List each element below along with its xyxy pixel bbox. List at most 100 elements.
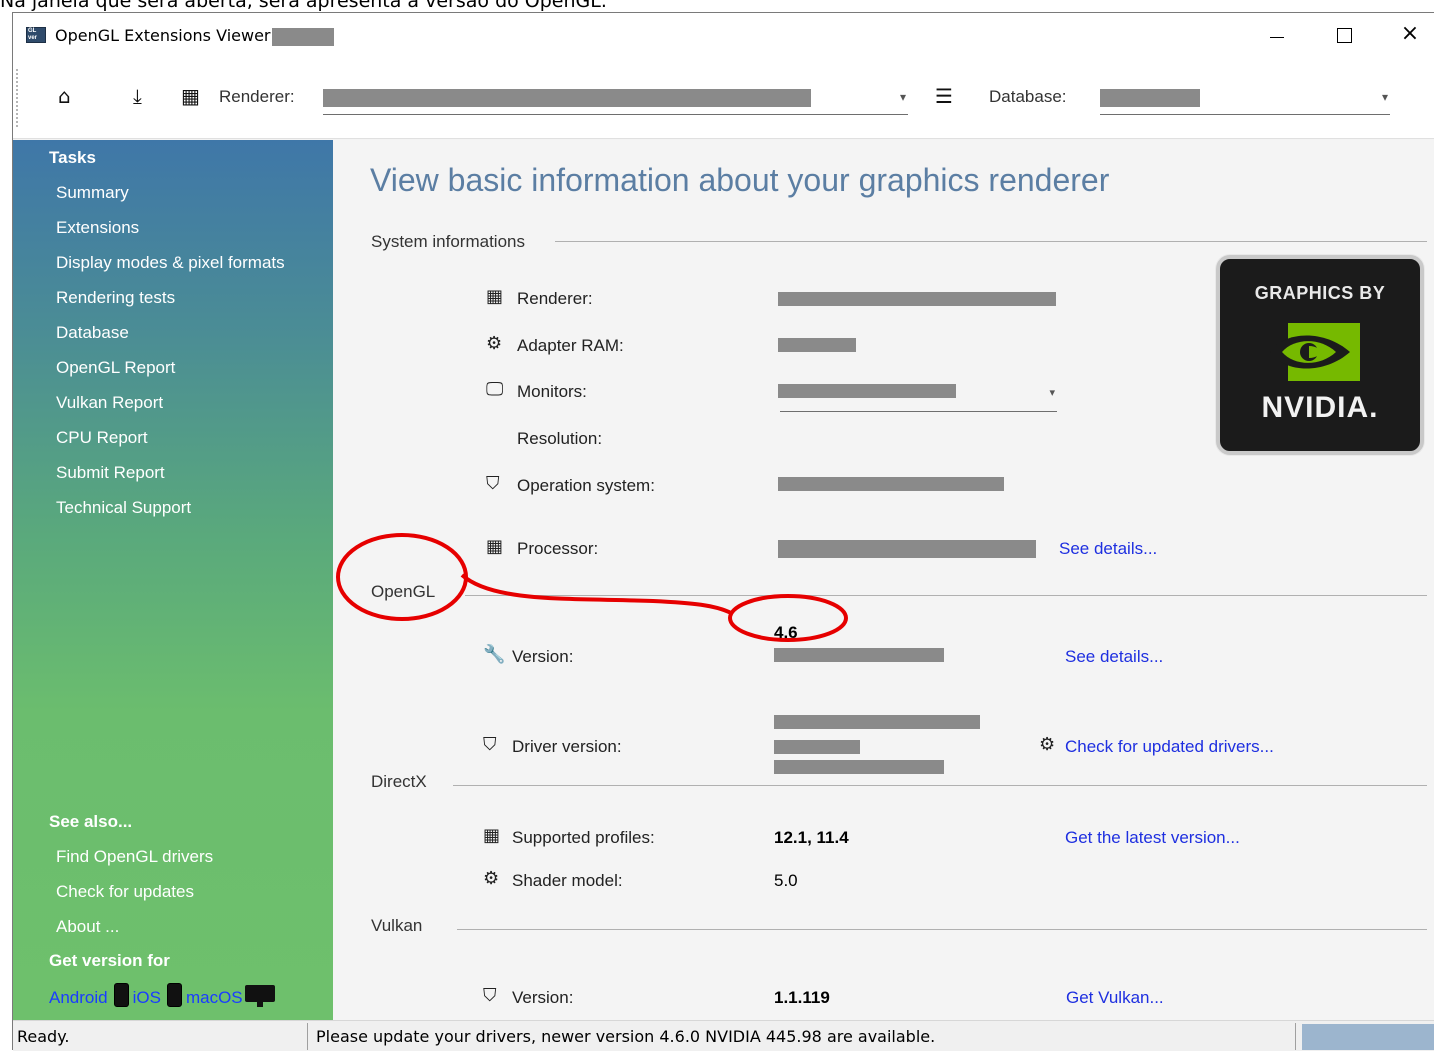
get-version-heading: Get version for [49, 951, 170, 970]
renderer-label: Renderer: [219, 87, 295, 106]
main-content: View basic information about your graphi… [333, 140, 1434, 1020]
status-bar: Ready. Please update your drivers, newer… [13, 1020, 1434, 1051]
driver-version-label: Driver version: [512, 737, 622, 756]
sidebar-item-extensions[interactable]: Extensions [56, 218, 139, 238]
toolbar: ⌂ ⤓ ▦ Renderer: ▾ ☰ Database: ▾ [13, 57, 1434, 139]
download-icon[interactable]: ⤓ [133, 85, 142, 107]
shield-icon: ⛉ [486, 473, 500, 494]
adapter-ram-label: Adapter RAM: [517, 336, 624, 355]
sidebar-item-opengl-report[interactable]: OpenGL Report [56, 358, 175, 378]
sidebar-item-summary[interactable]: Summary [56, 183, 129, 203]
opengl-version-value: 4.6 [774, 623, 798, 642]
memory-chip-icon: ⚙ [486, 333, 503, 354]
chevron-down-icon: ▾ [1381, 90, 1388, 104]
badge-bottom-text: NVIDIA. [1261, 391, 1379, 424]
sidebar-item-database[interactable]: Database [56, 323, 129, 343]
ios-link[interactable]: iOS [133, 988, 161, 1007]
processor-details-link[interactable]: See details... [1059, 539, 1157, 559]
os-value-redacted [778, 477, 1004, 491]
driver-value-redacted [774, 740, 860, 754]
opengl-version-label: Version: [512, 647, 574, 666]
supported-profiles-label: Supported profiles: [512, 828, 655, 847]
section-vulkan: Vulkan [371, 916, 423, 935]
monitors-dropdown[interactable]: ▾ [778, 376, 1057, 412]
shader-model-label: Shader model: [512, 871, 623, 890]
badge-top-text: GRAPHICS BY [1254, 283, 1386, 303]
processor-value-redacted [778, 540, 1036, 558]
app-icon: GL ver [26, 27, 46, 43]
wrench-icon: 🔧 [483, 644, 506, 665]
close-button[interactable]: × [1396, 21, 1424, 49]
app-window: GL ver OpenGL Extensions Viewer - × ⌂ ⤓ ▦… [12, 12, 1434, 1051]
sidebar: Tasks Summary Extensions Display modes &… [13, 140, 333, 1020]
platform-links: Android iOS macOS [49, 983, 275, 1011]
check-drivers-link[interactable]: Check for updated drivers... [1065, 737, 1274, 757]
monitor-value-redacted [778, 384, 956, 398]
android-link[interactable]: Android [49, 988, 108, 1007]
page-caption: Na janela que será aberta, será apresent… [0, 0, 1434, 12]
monitor-icon [244, 985, 275, 1007]
adapter-ram-value-redacted [778, 338, 856, 352]
title-bar: GL ver OpenGL Extensions Viewer - × [13, 13, 1434, 57]
renderer-chip-icon: ▦ [486, 286, 504, 307]
shield-icon: ⛉ [483, 985, 497, 1006]
profiles-chip-icon: ▦ [483, 825, 501, 846]
shader-model-value: 5.0 [774, 871, 798, 890]
database-dropdown[interactable]: ▾ [1100, 83, 1390, 115]
sidebar-item-find-drivers[interactable]: Find OpenGL drivers [56, 847, 213, 867]
resolution-label: Resolution: [517, 429, 603, 448]
sidebar-item-cpu-report[interactable]: CPU Report [56, 428, 148, 448]
chevron-down-icon: ▾ [899, 90, 906, 104]
section-divider [555, 241, 1427, 242]
sidebar-item-about[interactable]: About ... [56, 917, 119, 937]
tasks-heading: Tasks [49, 148, 96, 167]
section-divider [465, 595, 1427, 596]
get-latest-version-link[interactable]: Get the latest version... [1065, 828, 1240, 848]
sidebar-item-rendering-tests[interactable]: Rendering tests [56, 288, 175, 308]
phone-icon [166, 983, 182, 1007]
section-system-informations: System informations [371, 232, 525, 251]
supported-profiles-value: 12.1, 11.4 [774, 828, 849, 847]
status-separator [307, 1023, 308, 1050]
vulkan-version-value: 1.1.119 [774, 988, 830, 1007]
monitors-label: Monitors: [517, 382, 587, 401]
page-title: View basic information about your graphi… [370, 162, 1110, 198]
section-divider [453, 785, 1427, 786]
vulkan-version-label: Version: [512, 988, 574, 1007]
opengl-details-link[interactable]: See details... [1065, 647, 1163, 667]
driver-value-redacted [774, 760, 944, 774]
renderer-row-label: Renderer: [517, 289, 593, 308]
section-divider [457, 929, 1427, 930]
home-icon[interactable]: ⌂ [58, 85, 71, 107]
maximize-button[interactable] [1330, 21, 1358, 49]
status-progress [1302, 1024, 1434, 1050]
gear-icon: ⚙ [1039, 734, 1056, 755]
see-also-heading: See also... [49, 812, 133, 831]
sidebar-item-check-updates[interactable]: Check for updates [56, 882, 194, 902]
processor-chip-icon: ▦ [486, 536, 504, 557]
status-message: Please update your drivers, newer versio… [316, 1027, 936, 1046]
renderer-dropdown[interactable]: ▾ [323, 83, 908, 115]
toolbar-grip[interactable] [16, 69, 18, 127]
section-directx: DirectX [371, 772, 427, 791]
status-separator [1295, 1023, 1296, 1050]
processor-label: Processor: [517, 539, 599, 558]
nvidia-badge: GRAPHICS BY NVIDIA. [1216, 255, 1424, 455]
database-value-redacted [1100, 89, 1200, 107]
title-redacted [272, 28, 334, 46]
sidebar-item-submit-report[interactable]: Submit Report [56, 463, 165, 483]
sidebar-item-display-modes[interactable]: Display modes & pixel formats [56, 253, 285, 273]
database-label: Database: [989, 87, 1067, 106]
driver-value-redacted [774, 715, 980, 729]
shield-icon: ⛉ [483, 734, 497, 755]
cog-icon: ⚙ [483, 868, 500, 889]
os-label: Operation system: [517, 476, 655, 495]
window-title: OpenGL Extensions Viewer - [55, 26, 282, 45]
sidebar-item-vulkan-report[interactable]: Vulkan Report [56, 393, 163, 413]
opengl-version-redacted [774, 648, 944, 662]
monitor-icon: 🖵 [486, 379, 504, 400]
sidebar-item-technical-support[interactable]: Technical Support [56, 498, 191, 518]
minimize-button[interactable] [1263, 21, 1291, 49]
get-vulkan-link[interactable]: Get Vulkan... [1066, 988, 1164, 1008]
macos-link[interactable]: macOS [186, 988, 243, 1007]
